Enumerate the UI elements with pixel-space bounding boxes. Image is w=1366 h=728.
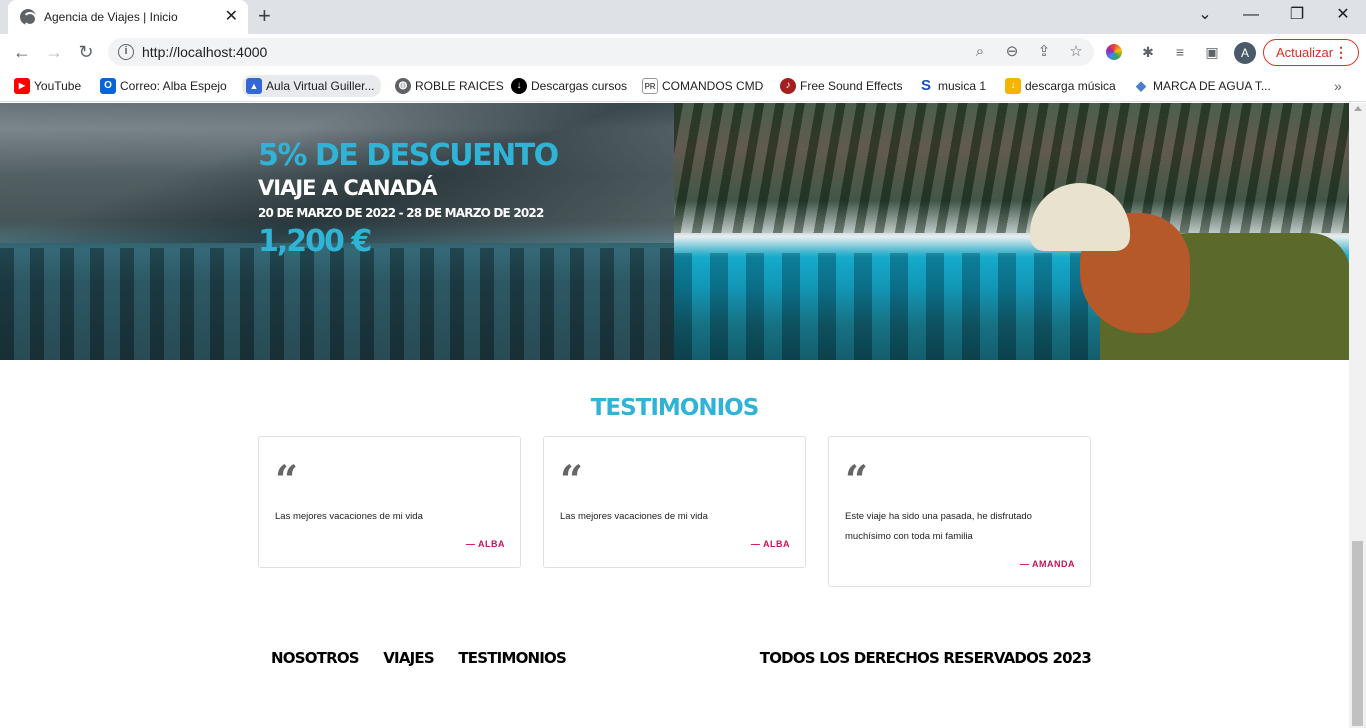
footer-link-viajes[interactable]: VIAJES [383,649,434,667]
address-bar[interactable]: i http://localhost:4000 ⌕ ⊖ ⇪ ☆ [108,38,1094,66]
bookmark-label: ROBLE RAICES [415,79,504,93]
minimize-icon[interactable]: — [1228,4,1274,26]
sound-icon: ♪ [780,78,796,94]
pr-icon: PR [642,78,658,94]
zoom-icon[interactable]: ⊖ [1002,42,1022,62]
beanie-shape [1030,183,1130,251]
bookmark-marca-de-agua[interactable]: ◆ MARCA DE AGUA T... [1129,75,1271,97]
forward-icon[interactable]: → [42,41,66,63]
footer-link-nosotros[interactable]: NOSOTROS [271,649,360,667]
share-icon[interactable]: ⇪ [1034,42,1054,62]
testimonial-text: Las mejores vacaciones de mi vida [560,511,708,522]
hero-banner: 5% DE DESCUENTO VIAJE A CANADÁ 20 DE MAR… [0,103,1349,360]
scroll-up-icon[interactable] [1354,106,1362,111]
close-tab-icon[interactable]: ✕ [225,6,238,26]
bookmark-label: descarga música [1025,79,1116,93]
bookmark-label: YouTube [34,79,82,93]
bookmark-label: Free Sound Effects [800,79,903,93]
browser-toolbar: ← → ↻ i http://localhost:4000 ⌕ ⊖ ⇪ ☆ ✱ … [0,34,1366,70]
testimonial-text: Este viaje ha sido una pasada, he disfru… [845,511,1032,542]
bookmark-free-sound-effects[interactable]: ♪ Free Sound Effects [776,75,903,97]
graduation-cap-icon: ▲ [246,78,262,94]
testimonial-author: — ALBA [465,539,505,549]
bookmark-youtube[interactable]: ▶ YouTube [10,75,81,97]
bookmark-label: Correo: Alba Espejo [120,79,227,93]
bookmarks-bar: ▶ YouTube O Correo: Alba Espejo ▲ Aula V… [0,70,1366,102]
footer-nav: NOSOTROS VIAJES TESTIMONIOS [271,649,586,668]
quote-icon: “ [275,457,299,504]
layers-icon: ◆ [1133,78,1149,94]
youtube-icon: ▶ [14,78,30,94]
bookmark-roble-raices[interactable]: ◍ ROBLE RAICES [391,75,504,97]
download-badge-icon: ↓ [511,78,527,94]
page-viewport: 5% DE DESCUENTO VIAJE A CANADÁ 20 DE MAR… [0,103,1349,728]
restore-icon[interactable]: ❐ [1274,4,1320,26]
close-window-icon[interactable]: ✕ [1320,4,1366,26]
traveler-figure [1030,183,1349,360]
extensions-icon[interactable]: ✱ [1138,42,1158,62]
avatar[interactable]: A [1234,42,1256,64]
testimonial-card: “ Las mejores vacaciones de mi vida — AL… [258,436,521,568]
testimonials-title: TESTIMONIOS [590,395,760,421]
trip-dates: 20 DE MARZO DE 2022 - 28 DE MARZO DE 202… [258,206,544,220]
copyright-text: TODOS LOS DERECHOS RESERVADOS 2023 [759,649,1092,667]
testimonial-card: “ Las mejores vacaciones de mi vida — AL… [543,436,806,568]
bookmark-descarga-musica[interactable]: ↓ descarga música [1001,75,1116,97]
bookmark-correo[interactable]: O Correo: Alba Espejo [96,75,227,97]
update-button[interactable]: Actualizar ⋮ [1263,39,1359,66]
bookmark-label: MARCA DE AGUA T... [1153,79,1271,93]
trip-price: 1,200 € [258,224,372,259]
promo-block: 5% DE DESCUENTO VIAJE A CANADÁ 20 DE MAR… [258,138,559,260]
bookmark-label: Descargas cursos [531,79,628,93]
scrollbar-thumb[interactable] [1352,541,1363,726]
browser-tab[interactable]: Agencia de Viajes | Inicio ✕ [8,0,248,34]
reload-icon[interactable]: ↻ [74,41,98,63]
more-bookmarks-icon[interactable]: » [1334,75,1342,97]
media-control-icon[interactable]: ≡ [1170,42,1190,62]
side-panel-icon[interactable]: ▣ [1202,42,1222,62]
bookmark-label: Aula Virtual Guiller... [266,79,375,93]
site-info-icon[interactable]: i [118,44,134,60]
url-text[interactable]: http://localhost:4000 [142,44,267,60]
page-scrollbar[interactable] [1349,103,1366,728]
footer-link-testimonios[interactable]: TESTIMONIOS [458,649,566,667]
bookmark-aula-virtual[interactable]: ▲ Aula Virtual Guiller... [242,75,381,97]
update-label: Actualizar [1276,45,1334,60]
discount-title: 5% DE DESCUENTO [258,138,559,173]
new-tab-icon[interactable]: + [258,3,271,29]
bookmark-label: COMANDOS CMD [662,79,764,93]
tab-strip: Agencia de Viajes | Inicio ✕ + ⌄ — ❐ ✕ [0,0,1366,34]
trip-title: VIAJE A CANADÁ [258,176,438,200]
back-icon[interactable]: ← [10,41,34,63]
bookmark-descargas-cursos[interactable]: ↓ Descargas cursos [507,75,627,97]
quote-icon: “ [845,457,869,504]
bookmark-star-icon[interactable]: ☆ [1066,42,1086,62]
bookmark-musica-1[interactable]: S musica 1 [914,75,986,97]
testimonial-author: — AMANDA [1019,559,1075,569]
globe-icon [20,9,37,26]
globe-icon: ◍ [395,78,411,94]
quote-icon: “ [560,457,584,504]
tab-title: Agencia de Viajes | Inicio [44,10,178,24]
more-menu-icon[interactable]: ⋮ [1334,40,1348,65]
bookmark-comandos-cmd[interactable]: PR COMANDOS CMD [638,75,763,97]
bookmark-label: musica 1 [938,79,987,93]
browser-chrome: Agencia de Viajes | Inicio ✕ + ⌄ — ❐ ✕ ←… [0,0,1366,103]
testimonial-author: — ALBA [750,539,790,549]
color-extension-icon[interactable] [1106,44,1122,60]
folder-download-icon: ↓ [1005,78,1021,94]
search-icon[interactable]: ⌕ [970,42,990,62]
tab-search-icon[interactable]: ⌄ [1182,4,1228,26]
s-icon: S [918,78,934,94]
testimonial-card: “ Este viaje ha sido una pasada, he disf… [828,436,1091,587]
outlook-icon: O [100,78,116,94]
testimonial-text: Las mejores vacaciones de mi vida [275,511,423,522]
